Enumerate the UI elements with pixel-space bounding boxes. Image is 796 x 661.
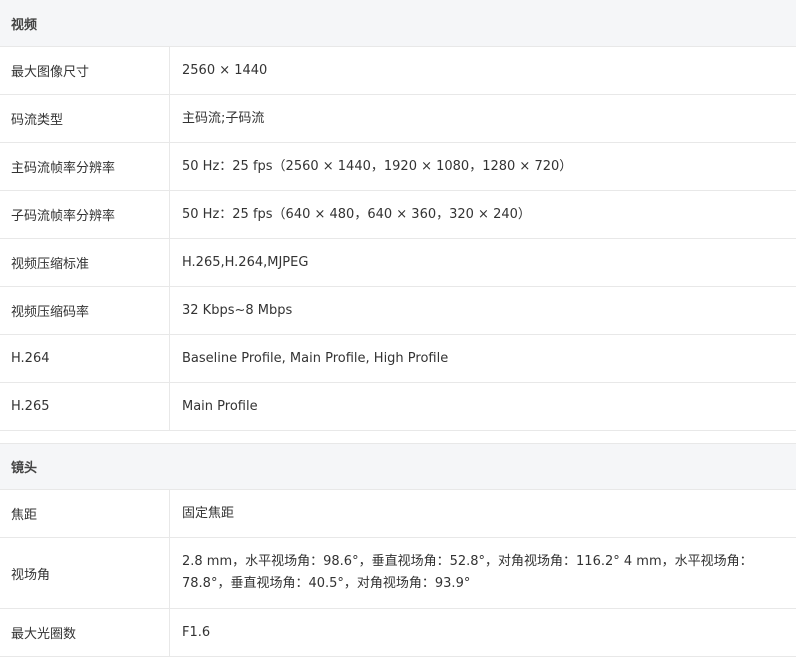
spec-row-main-stream: 主码流帧率分辨率 50 Hz：25 fps（2560 × 1440，1920 ×…: [0, 143, 796, 191]
spec-value: H.265,H.264,MJPEG: [182, 254, 309, 270]
spec-label: 子码流帧率分辨率: [0, 191, 170, 238]
spec-row-h264: H.264 Baseline Profile, Main Profile, Hi…: [0, 335, 796, 383]
spec-row-stream-type: 码流类型 主码流;子码流: [0, 95, 796, 143]
spec-value: 2.8 mm，水平视场角：98.6°，垂直视场角：52.8°，对角视场角：116…: [182, 554, 753, 591]
spec-label: 最大光圈数: [0, 609, 170, 656]
spec-label: 视频压缩标准: [0, 239, 170, 286]
spec-row-bitrate: 视频压缩码率 32 Kbps~8 Mbps: [0, 287, 796, 335]
spec-row-focal-length: 焦距 固定焦距: [0, 490, 796, 538]
spec-label: H.265: [0, 383, 170, 430]
spec-value: 50 Hz：25 fps（640 × 480，640 × 360，320 × 2…: [182, 206, 531, 222]
spec-value: 32 Kbps~8 Mbps: [182, 302, 293, 318]
spec-value: F1.6: [182, 624, 211, 640]
spec-label: 焦距: [0, 490, 170, 537]
spec-value: Main Profile: [182, 398, 258, 414]
spec-value: 固定焦距: [182, 505, 235, 521]
spec-label: 主码流帧率分辨率: [0, 143, 170, 190]
spec-row-h265: H.265 Main Profile: [0, 383, 796, 431]
spec-value: 50 Hz：25 fps（2560 × 1440，1920 × 1080，128…: [182, 158, 573, 174]
spec-label: 视频压缩码率: [0, 287, 170, 334]
spec-row-compression-standard: 视频压缩标准 H.265,H.264,MJPEG: [0, 239, 796, 287]
spec-label: H.264: [0, 335, 170, 382]
spec-label: 最大图像尺寸: [0, 47, 170, 94]
section-header-lens: 镜头: [0, 443, 796, 490]
spec-row-max-resolution: 最大图像尺寸 2560 × 1440: [0, 47, 796, 95]
section-header-video: 视频: [0, 0, 796, 47]
spec-row-max-aperture: 最大光圈数 F1.6: [0, 609, 796, 657]
spec-label: 视场角: [0, 538, 170, 608]
spec-value: Baseline Profile, Main Profile, High Pro…: [182, 350, 449, 366]
spec-row-sub-stream: 子码流帧率分辨率 50 Hz：25 fps（640 × 480，640 × 36…: [0, 191, 796, 239]
spec-row-field-of-view: 视场角 2.8 mm，水平视场角：98.6°，垂直视场角：52.8°，对角视场角…: [0, 538, 796, 609]
spec-value: 主码流;子码流: [182, 110, 265, 126]
spec-page: 视频 最大图像尺寸 2560 × 1440 码流类型 主码流;子码流 主码流帧率…: [0, 0, 796, 657]
spec-value: 2560 × 1440: [182, 62, 268, 78]
spec-label: 码流类型: [0, 95, 170, 142]
